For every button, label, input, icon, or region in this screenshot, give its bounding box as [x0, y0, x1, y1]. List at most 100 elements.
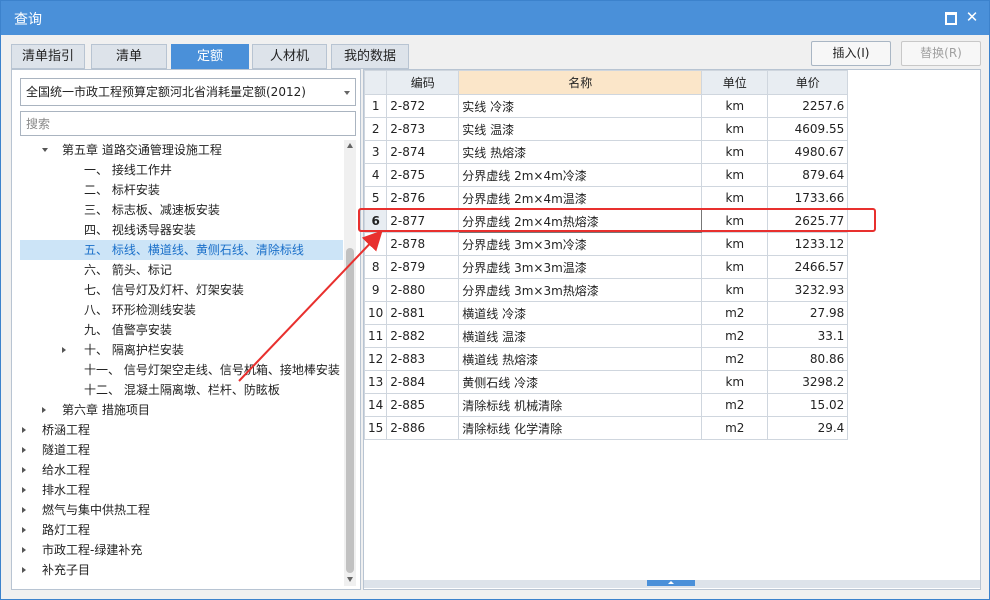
code-cell: 2-878 [386, 232, 460, 256]
unit-cell: km [701, 209, 769, 233]
tree-item[interactable]: 第六章 措施项目 [12, 400, 343, 420]
name-cell: 清除标线 机械清除 [458, 393, 703, 417]
row-index: 2 [363, 117, 388, 141]
code-cell: 2-876 [386, 186, 460, 210]
search-input[interactable] [20, 111, 356, 136]
name-cell: 分界虚线 2m×4m冷漆 [458, 163, 703, 187]
tree-item[interactable]: 燃气与集中供热工程 [12, 500, 343, 520]
name-cell: 清除标线 化学清除 [458, 416, 703, 440]
unit-cell: km [701, 163, 769, 187]
tree-item[interactable]: 市政工程-绿建补充 [12, 540, 343, 560]
row-index: 9 [363, 278, 388, 302]
expand-right-icon[interactable] [22, 547, 26, 553]
table-row[interactable]: 1 2-872 实线 冷漆 km 2257.6 [363, 94, 849, 118]
header-price[interactable]: 单价 [767, 70, 849, 95]
price-cell: 80.86 [767, 347, 849, 371]
expand-right-icon[interactable] [22, 467, 26, 473]
code-cell: 2-877 [386, 209, 460, 233]
tab-labor-material-machine[interactable]: 人材机 [252, 44, 327, 69]
tree-item-label: 给水工程 [42, 463, 91, 477]
expand-down-icon[interactable] [42, 148, 48, 152]
tab-quota[interactable]: 定额 [171, 44, 249, 69]
table-row[interactable]: 3 2-874 实线 热熔漆 km 4980.67 [363, 140, 849, 164]
tree-item[interactable]: 六、 箭头、标记 [12, 260, 343, 280]
row-index: 14 [363, 393, 388, 417]
tree-item[interactable]: 三、 标志板、减速板安装 [12, 200, 343, 220]
unit-cell: km [701, 255, 769, 279]
table-row[interactable]: 11 2-882 横道线 温漆 m2 33.1 [363, 324, 849, 348]
row-index: 1 [363, 94, 388, 118]
header-name[interactable]: 名称 [458, 70, 703, 95]
tree-item[interactable]: 十、 隔离护栏安装 [12, 340, 343, 360]
scroll-thumb[interactable] [346, 248, 354, 573]
expand-right-icon[interactable] [22, 507, 26, 513]
table-row[interactable]: 8 2-879 分界虚线 3m×3m温漆 km 2466.57 [363, 255, 849, 279]
scroll-down-icon[interactable] [347, 577, 353, 582]
table-row[interactable]: 15 2-886 清除标线 化学清除 m2 29.4 [363, 416, 849, 440]
tree-item[interactable]: 四、 视线诱导器安装 [12, 220, 343, 240]
row-index: 8 [363, 255, 388, 279]
tree-item[interactable]: 隧道工程 [12, 440, 343, 460]
panel-splitter[interactable] [364, 580, 980, 588]
expand-right-icon[interactable] [22, 567, 26, 573]
unit-cell: m2 [701, 301, 769, 325]
tree-scrollbar[interactable] [344, 140, 356, 586]
tree-item[interactable]: 十二、 混凝土隔离墩、栏杆、防眩板 [12, 380, 343, 400]
tree-item[interactable]: 八、 环形检测线安装 [12, 300, 343, 320]
tree-item[interactable]: 九、 值警亭安装 [12, 320, 343, 340]
tree-item[interactable]: 第五章 道路交通管理设施工程 [12, 140, 343, 160]
price-cell: 33.1 [767, 324, 849, 348]
expand-right-icon[interactable] [22, 427, 26, 433]
tree-item-label: 一、 接线工作井 [84, 163, 172, 177]
table-row[interactable]: 7 2-878 分界虚线 3m×3m冷漆 km 1233.12 [363, 232, 849, 256]
unit-cell: km [701, 278, 769, 302]
tree-item[interactable]: 路灯工程 [12, 520, 343, 540]
unit-cell: m2 [701, 416, 769, 440]
expand-right-icon[interactable] [42, 407, 46, 413]
maximize-icon[interactable] [943, 10, 957, 25]
tree-item[interactable]: 十一、 信号灯架空走线、信号机箱、接地棒安装 [12, 360, 343, 380]
tree-item[interactable]: 二、 标杆安装 [12, 180, 343, 200]
title-bar: 查询 ✕ [1, 1, 989, 35]
collapse-grip-icon[interactable] [647, 580, 695, 586]
table-row[interactable]: 6 2-877 分界虚线 2m×4m热熔漆 km 2625.77 [363, 209, 849, 233]
table-row[interactable]: 9 2-880 分界虚线 3m×3m热熔漆 km 3232.93 [363, 278, 849, 302]
row-index: 10 [363, 301, 388, 325]
tree-item[interactable]: 五、 标线、横道线、黄侧石线、清除标线 [20, 240, 343, 260]
code-cell: 2-881 [386, 301, 460, 325]
tab-list[interactable]: 清单 [91, 44, 167, 69]
tree-item[interactable]: 补充子目 [12, 560, 343, 580]
tree-item-label: 市政工程-绿建补充 [42, 543, 143, 557]
price-cell: 4980.67 [767, 140, 849, 164]
table-row[interactable]: 12 2-883 横道线 热熔漆 m2 80.86 [363, 347, 849, 371]
table-row[interactable]: 13 2-884 黄侧石线 冷漆 km 3298.2 [363, 370, 849, 394]
header-unit[interactable]: 单位 [701, 70, 769, 95]
tab-list-guide[interactable]: 清单指引 [11, 44, 85, 69]
tree-item[interactable]: 给水工程 [12, 460, 343, 480]
table-row[interactable]: 10 2-881 横道线 冷漆 m2 27.98 [363, 301, 849, 325]
price-cell: 3232.93 [767, 278, 849, 302]
quota-table-panel: 编码 名称 单位 单价 1 2-872 实线 冷漆 km 2257.6 2 2-873 实线 … [358, 69, 981, 590]
insert-button[interactable]: 插入(I) [811, 41, 891, 66]
chevron-down-icon [344, 91, 350, 95]
expand-right-icon[interactable] [22, 487, 26, 493]
table-row[interactable]: 4 2-875 分界虚线 2m×4m冷漆 km 879.64 [363, 163, 849, 187]
tree-item[interactable]: 桥涵工程 [12, 420, 343, 440]
close-icon[interactable]: ✕ [965, 10, 979, 25]
tab-my-data[interactable]: 我的数据 [331, 44, 409, 69]
quota-library-select[interactable]: 全国统一市政工程预算定额河北省消耗量定额(2012) [20, 78, 356, 106]
expand-right-icon[interactable] [22, 447, 26, 453]
table-row[interactable]: 14 2-885 清除标线 机械清除 m2 15.02 [363, 393, 849, 417]
table-row[interactable]: 2 2-873 实线 温漆 km 4609.55 [363, 117, 849, 141]
expand-right-icon[interactable] [62, 347, 66, 353]
tree-item[interactable]: 一、 接线工作井 [12, 160, 343, 180]
scroll-up-icon[interactable] [347, 143, 353, 148]
header-code[interactable]: 编码 [386, 70, 460, 95]
code-cell: 2-879 [386, 255, 460, 279]
table-row[interactable]: 5 2-876 分界虚线 2m×4m温漆 km 1733.66 [363, 186, 849, 210]
expand-right-icon[interactable] [22, 527, 26, 533]
replace-button[interactable]: 替换(R) [901, 41, 981, 66]
tree-item[interactable]: 排水工程 [12, 480, 343, 500]
unit-cell: km [701, 370, 769, 394]
tree-item[interactable]: 七、 信号灯及灯杆、灯架安装 [12, 280, 343, 300]
